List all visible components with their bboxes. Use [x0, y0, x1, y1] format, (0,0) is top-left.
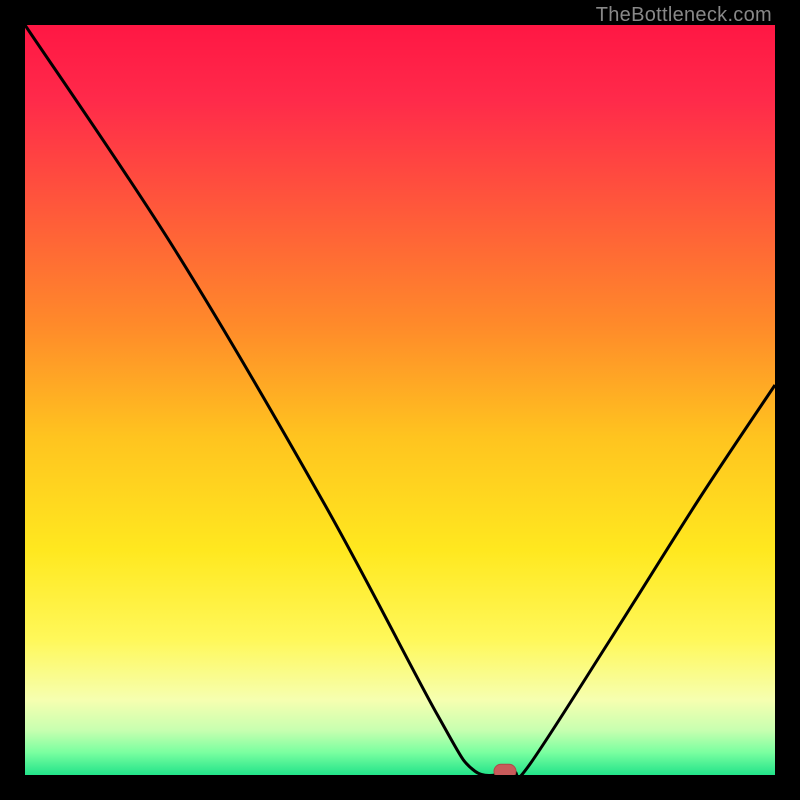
plot-area [25, 25, 775, 775]
chart-container: TheBottleneck.com [0, 0, 800, 800]
optimal-point-marker [494, 764, 516, 775]
watermark-text: TheBottleneck.com [596, 4, 772, 27]
bottleneck-curve [25, 25, 775, 775]
curve-layer [25, 25, 775, 775]
